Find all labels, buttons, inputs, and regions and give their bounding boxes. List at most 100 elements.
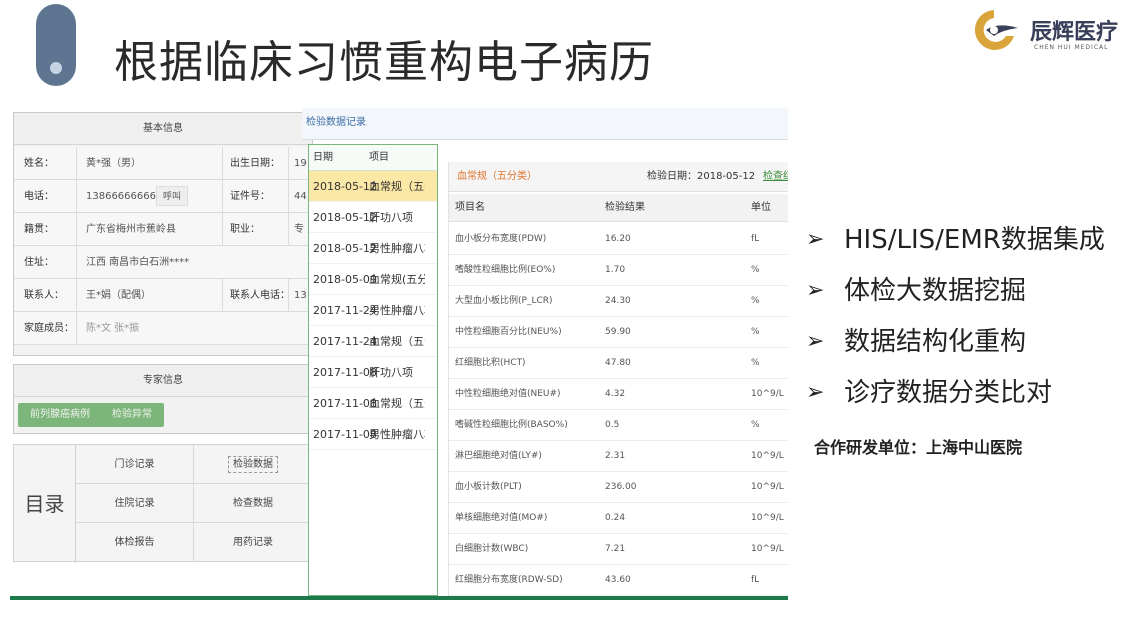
info-row-family: 家庭成员： 陈*文 张*振 xyxy=(14,312,312,345)
label-name: 姓名： xyxy=(24,158,54,169)
value-address: 江西 南昌市白石洲**** xyxy=(86,257,190,268)
expert-info-title: 专家信息 xyxy=(14,365,312,397)
cell-unit: 10^9/L xyxy=(751,482,784,492)
detail-title-bar: 血常规（五分类） 检验日期：2018-05-12 检查结 xyxy=(449,162,788,192)
cell-unit: % xyxy=(751,358,760,368)
table-row: 单核细胞绝对值(MO#) 0.24 10^9/L xyxy=(449,503,788,534)
col-item: 项目 xyxy=(369,152,389,163)
cooperation-unit: 合作研发单位：上海中山医院 xyxy=(814,438,1023,457)
list-item[interactable]: 2018-05-12男性肿瘤八项 xyxy=(309,233,437,264)
list-item[interactable]: 2018-05-12 肝功八项 xyxy=(309,202,437,233)
logo-text: 辰辉医疗 xyxy=(1030,20,1119,45)
cell-name: 红细胞分布宽度(RDW-SD) xyxy=(455,575,563,585)
cell-result: 7.21 xyxy=(605,544,626,554)
table-row: 嗜酸性粒细胞比例(EO%) 1.70% xyxy=(449,255,788,286)
cell-unit: 10^9/L xyxy=(751,544,784,554)
basic-info-title: 基本信息 xyxy=(14,113,312,145)
col-item-name: 项目名 xyxy=(455,202,485,213)
list-item[interactable]: 2017-11-08血常规（五分 xyxy=(309,388,437,419)
info-row-phone: 电话： 13866666666 呼叫 证件号： 44 xyxy=(14,180,312,213)
cell-unit: fL xyxy=(751,575,760,585)
cell-result: 1.70 xyxy=(605,265,626,275)
prostate-cancer-case-button[interactable]: 前列腺癌病例 xyxy=(18,403,102,427)
table-row: 红细胞比积(HCT) 47.80% xyxy=(449,348,788,379)
label-occupation: 职业： xyxy=(230,224,260,235)
bullet-item: ➢ 数据结构化重构 xyxy=(806,322,1146,373)
cell-result: 43.60 xyxy=(605,575,631,585)
cell-name: 大型血小板比例(P_LCR) xyxy=(455,296,553,306)
table-row: 血小板计数(PLT) 236.00 10^9/L xyxy=(449,472,788,503)
cell-unit: % xyxy=(751,420,760,430)
cell-result: 2.31 xyxy=(605,451,626,461)
cell-unit: 10^9/L xyxy=(751,389,784,399)
logo-mark-icon xyxy=(974,10,1018,50)
basic-info-panel: 基本信息 姓名： 黄*强（男） 出生日期： 19 电话： 13866666666… xyxy=(13,112,313,356)
lab-detail-panel: 血常规（五分类） 检验日期：2018-05-12 检查结 项目名 检验结果 单位… xyxy=(448,162,788,600)
info-row-name: 姓名： 黄*强（男） 出生日期： 19 xyxy=(14,147,312,180)
label-origin: 籍贯： xyxy=(24,224,54,235)
label-contact-phone: 联系人电话： xyxy=(230,290,290,301)
value-family: 陈*文 张*振 xyxy=(86,323,140,334)
cell-result: 0.5 xyxy=(605,420,620,430)
detail-date: 检验日期：2018-05-12 xyxy=(647,171,756,182)
table-row: 中性粒细胞百分比(NEU%) 59.90% xyxy=(449,317,788,348)
bullet-item: ➢ 体检大数据挖掘 xyxy=(806,271,1146,322)
list-item[interactable]: 2017-11-24男性肿瘤八项 xyxy=(309,295,437,326)
dir-lab-data[interactable]: 检验数据 xyxy=(194,445,312,484)
detail-result-link[interactable]: 检查结 xyxy=(763,162,788,192)
lab-records-header: 检验数据记录 xyxy=(302,108,788,140)
call-button[interactable]: 呼叫 xyxy=(148,186,189,207)
col-result: 检验结果 xyxy=(605,202,645,213)
cell-unit: fL xyxy=(751,234,760,244)
table-row: 中性粒细胞绝对值(NEU#) 4.32 10^9/L xyxy=(449,379,788,410)
col-date: 日期 xyxy=(313,152,333,163)
table-row: 淋巴细胞绝对值(LY#) 2.31 10^9/L xyxy=(449,441,788,472)
cell-result: 0.24 xyxy=(605,513,626,523)
value-phone: 13866666666 xyxy=(86,191,156,202)
cell-result: 24.30 xyxy=(605,296,631,306)
col-unit: 单位 xyxy=(751,202,771,213)
arrow-bullet-icon: ➢ xyxy=(806,380,825,405)
table-row: 白细胞计数(WBC) 7.21 10^9/L xyxy=(449,534,788,565)
value-contact: 王*娟（配偶） xyxy=(86,290,151,301)
arrow-bullet-icon: ➢ xyxy=(806,227,825,252)
list-item[interactable]: 2017-11-08男性肿瘤八项 xyxy=(309,419,437,450)
label-contact: 联系人： xyxy=(24,290,64,301)
table-row: 红细胞分布宽度(RDW-SD) 43.60 fL xyxy=(449,565,788,596)
label-id-number: 证件号： xyxy=(230,191,270,202)
cell-name: 血小板分布宽度(PDW) xyxy=(455,234,547,244)
directory-label: 目录 xyxy=(14,445,76,563)
label-birthdate: 出生日期： xyxy=(230,158,280,169)
feature-bullet-list: ➢ HIS/LIS/EMR数据集成 ➢ 体检大数据挖掘 ➢ 数据结构化重构 ➢ 诊疗数据… xyxy=(806,220,1146,424)
cell-unit: 10^9/L xyxy=(751,513,784,523)
decorative-pill xyxy=(36,4,76,86)
cell-name: 中性粒细胞百分比(NEU%) xyxy=(455,327,562,337)
list-item[interactable]: 2017-11-24血常规（五分 xyxy=(309,326,437,357)
label-address: 住址： xyxy=(24,257,54,268)
cell-result: 47.80 xyxy=(605,358,631,368)
list-item[interactable]: 2018-05-09血常规(五分类 xyxy=(309,264,437,295)
bottom-accent-bar xyxy=(10,596,788,600)
value-name: 黄*强（男） xyxy=(86,158,141,169)
list-item[interactable]: 2018-05-12血常规（五分 xyxy=(309,171,437,202)
dir-medication-records[interactable]: 用药记录 xyxy=(194,523,312,562)
arrow-bullet-icon: ➢ xyxy=(806,278,825,303)
dir-inpatient-records[interactable]: 住院记录 xyxy=(76,484,194,523)
dir-outpatient-records[interactable]: 门诊记录 xyxy=(76,445,194,484)
company-logo: 辰辉医疗 CHEN HUI MEDICAL xyxy=(964,6,1139,56)
lab-abnormal-button[interactable]: 检验异常 xyxy=(100,403,164,427)
cell-unit: 10^9/L xyxy=(751,451,784,461)
table-row: 大型血小板比例(P_LCR) 24.30% xyxy=(449,286,788,317)
cell-result: 59.90 xyxy=(605,327,631,337)
list-item[interactable]: 2017-11-08 肝功八项 xyxy=(309,357,437,388)
cell-name: 嗜酸性粒细胞比例(EO%) xyxy=(455,265,556,275)
dir-exam-data[interactable]: 检查数据 xyxy=(194,484,312,523)
cell-unit: % xyxy=(751,296,760,306)
cell-name: 淋巴细胞绝对值(LY#) xyxy=(455,451,542,461)
table-row: 嗜碱性粒细胞比例(BASO%) 0.5% xyxy=(449,410,788,441)
dir-checkup-reports[interactable]: 体检报告 xyxy=(76,523,194,562)
info-row-address: 住址： 江西 南昌市白石洲**** xyxy=(14,246,312,279)
cell-name: 血小板计数(PLT) xyxy=(455,482,522,492)
label-phone: 电话： xyxy=(24,191,54,202)
pill-dot xyxy=(50,62,62,74)
